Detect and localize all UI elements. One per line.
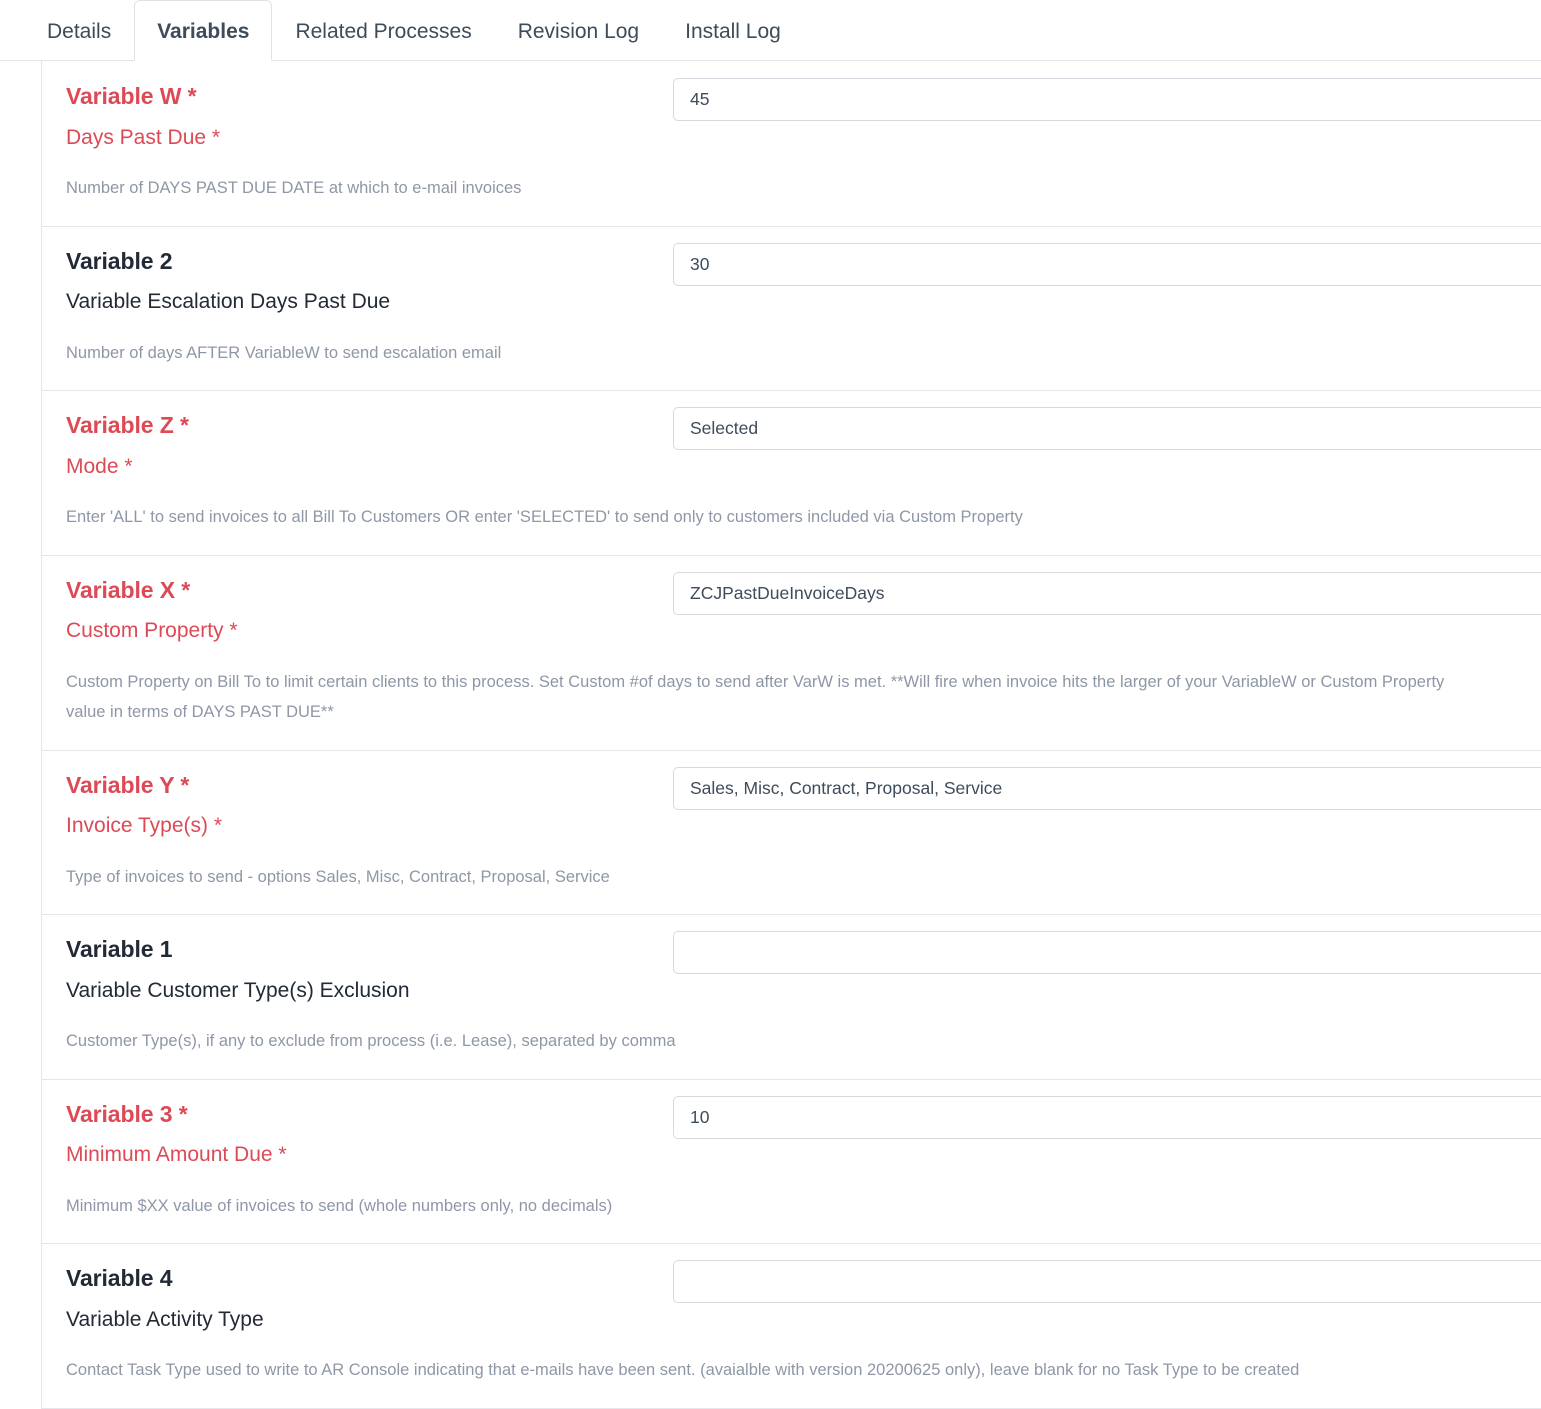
variable-row-inner: Variable 4 Variable Activity Type Contact …: [42, 1244, 1541, 1408]
variable-row: Variable W * Days Past Due * Number of DAY…: [42, 61, 1541, 227]
variable-row-inner: Variable W * Days Past Due * Number of DAY…: [42, 62, 1541, 226]
variable-subtitle: Variable Activity Type: [66, 1307, 264, 1331]
tab-variables[interactable]: Variables: [134, 0, 273, 61]
variable-value-input[interactable]: [673, 571, 1541, 615]
variable-value-input[interactable]: [673, 78, 1541, 121]
variable-description: Customer Type(s), if any to exclude from…: [66, 1032, 676, 1051]
variable-row: Variable 1 Variable Customer Type(s) Excl…: [42, 915, 1541, 1080]
variable-row-inner: Variable Z * Mode * Enter 'ALL' to send in…: [42, 391, 1541, 555]
variable-value-input[interactable]: [673, 766, 1541, 810]
variable-subtitle: Variable Customer Type(s) Exclusion: [66, 978, 410, 1002]
variable-subtitle: Days Past Due *: [66, 125, 221, 149]
tab-label: Variables: [157, 20, 250, 43]
variable-row: Variable 2 Variable Escalation Days Past …: [42, 227, 1541, 392]
variable-row: Variable Y * Invoice Type(s) * Type of inv…: [42, 751, 1541, 916]
variable-row: Variable 4 Variable Activity Type Contact …: [42, 1244, 1541, 1409]
variable-value-input[interactable]: [673, 1095, 1541, 1139]
variable-row: Variable Z * Mode * Enter 'ALL' to send in…: [42, 391, 1541, 556]
tab-revision-log[interactable]: Revision Log: [495, 0, 662, 60]
tab-install-log[interactable]: Install Log: [662, 0, 804, 60]
tab-label: Related Processes: [295, 20, 472, 43]
tab-label: Details: [47, 20, 112, 43]
variable-description: Custom Property on Bill To to limit cert…: [66, 672, 1445, 722]
variable-row-inner: Variable 2 Variable Escalation Days Past …: [42, 227, 1541, 391]
tab-bar: Details Variables Related Processes Revisio…: [0, 0, 1541, 61]
variable-description: Number of days AFTER VariableW to send e…: [66, 343, 502, 362]
variable-row: Variable X * Custom Property * Custom Prop…: [42, 556, 1541, 751]
variable-value-input[interactable]: [673, 1260, 1541, 1304]
tab-details[interactable]: Details: [24, 0, 134, 60]
variable-description: Number of DAYS PAST DUE DATE at which to…: [66, 179, 522, 197]
variable-description: Enter 'ALL' to send invoices to all Bill…: [66, 508, 1023, 527]
variable-row-inner: Variable X * Custom Property * Custom Prop…: [42, 556, 1541, 750]
tab-related-processes[interactable]: Related Processes: [272, 0, 494, 60]
variable-row-inner: Variable 3 * Minimum Amount Due * Minimum …: [42, 1080, 1541, 1244]
variable-description: Type of invoices to send - options Sales…: [66, 867, 610, 886]
variable-row-inner: Variable Y * Invoice Type(s) * Type of inv…: [42, 751, 1541, 915]
variable-subtitle: Variable Escalation Days Past Due: [66, 290, 391, 314]
variable-row-inner: Variable 1 Variable Customer Type(s) Excl…: [42, 915, 1541, 1079]
variables-panel: Variable W * Days Past Due * Number of DAY…: [41, 61, 1541, 1409]
variable-subtitle: Mode *: [66, 454, 133, 478]
variable-subtitle: Custom Property *: [66, 619, 238, 643]
tab-label: Revision Log: [517, 20, 640, 43]
variable-value-input[interactable]: [673, 931, 1541, 975]
variable-description: Contact Task Type used to write to AR Co…: [66, 1361, 1300, 1380]
variable-subtitle: Invoice Type(s) *: [66, 814, 223, 838]
tab-label: Install Log: [685, 20, 781, 43]
variable-description: Minimum $XX value of invoices to send (w…: [66, 1196, 613, 1215]
variable-value-input[interactable]: [673, 407, 1541, 451]
variable-row: Variable 3 * Minimum Amount Due * Minimum …: [42, 1080, 1541, 1245]
variable-value-input[interactable]: [673, 242, 1541, 286]
variable-subtitle: Minimum Amount Due *: [66, 1143, 287, 1167]
